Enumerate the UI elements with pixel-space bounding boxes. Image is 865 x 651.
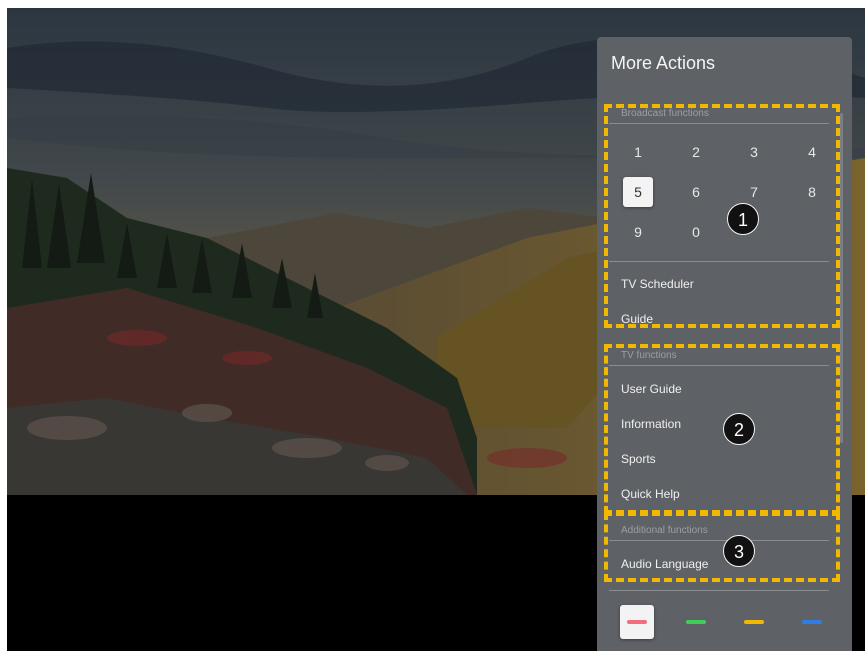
blue-button[interactable] (795, 605, 829, 639)
panel-title: More Actions (611, 53, 716, 73)
green-button[interactable] (679, 605, 713, 639)
yellow-button[interactable] (737, 605, 771, 639)
red-bar-icon (627, 620, 647, 624)
color-buttons-divider (609, 590, 829, 591)
callout-badge-1: 1 (727, 203, 759, 235)
yellow-bar-icon (744, 620, 764, 624)
highlight-box-3 (604, 512, 840, 582)
highlight-box-2 (604, 344, 840, 514)
callout-badge-3: 3 (723, 535, 755, 567)
highlight-box-1 (604, 104, 840, 328)
blue-bar-icon (802, 620, 822, 624)
red-button[interactable] (620, 605, 654, 639)
callout-badge-2: 2 (723, 413, 755, 445)
green-bar-icon (686, 620, 706, 624)
panel-scrollbar[interactable] (840, 113, 843, 443)
